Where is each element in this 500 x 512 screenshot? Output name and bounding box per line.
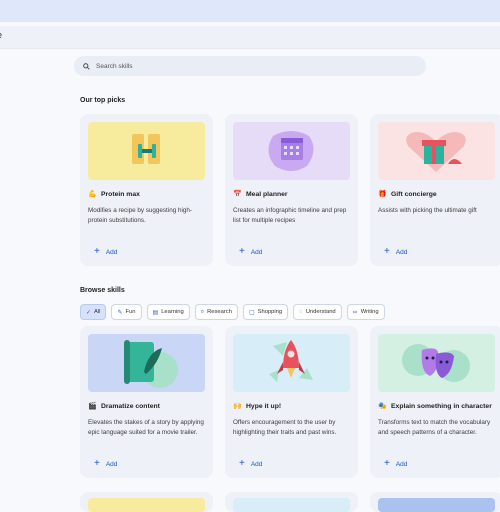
card-description: Modifies a recipe by suggesting high-pro… bbox=[88, 207, 192, 224]
address-bar-text: e bbox=[0, 30, 2, 40]
card-description: Creates an infographic timeline and prep… bbox=[233, 207, 347, 224]
scroll-quill-illustration bbox=[88, 334, 205, 392]
skill-card-dramatize-content[interactable]: 🎬 Dramatize content Elevates the stakes … bbox=[80, 326, 213, 478]
add-button[interactable]: + Add bbox=[239, 246, 262, 257]
plus-icon: + bbox=[239, 458, 245, 469]
add-button[interactable]: + Add bbox=[384, 246, 407, 257]
chip-writing[interactable]: ✑ Writing bbox=[346, 304, 385, 320]
clapperboard-icon: 🎬 bbox=[88, 403, 97, 410]
skill-card-partial[interactable] bbox=[370, 492, 500, 512]
muscle-icon: 💪 bbox=[88, 191, 97, 198]
card-title: Gift concierge bbox=[391, 190, 437, 198]
gift-illustration bbox=[378, 122, 495, 180]
chip-fun[interactable]: ✎ Fun bbox=[111, 304, 142, 320]
browse-skills-heading: Browse skills bbox=[80, 287, 125, 294]
card-description: Offers encouragement to the user by high… bbox=[233, 419, 337, 436]
skill-card-partial[interactable] bbox=[225, 492, 358, 512]
book-icon: ▤ bbox=[152, 309, 159, 316]
card-title: Dramatize content bbox=[101, 402, 160, 410]
chip-research[interactable]: ⌕ Research bbox=[194, 304, 238, 320]
plus-icon: + bbox=[94, 246, 100, 257]
character-icon: 🎭 bbox=[378, 403, 387, 410]
add-button[interactable]: + Add bbox=[94, 246, 117, 257]
card-illustration bbox=[378, 498, 495, 512]
search-input[interactable] bbox=[96, 62, 396, 70]
browser-top-bar bbox=[0, 0, 500, 22]
skill-card-gift-concierge[interactable]: 🎁 Gift concierge Assists with picking th… bbox=[370, 114, 500, 266]
chip-learning[interactable]: ▤ Learning bbox=[146, 304, 190, 320]
shopping-bag-icon: ▢ bbox=[248, 309, 255, 316]
pen-icon: ✑ bbox=[352, 309, 358, 316]
skill-card-hype-it-up[interactable]: 🙌 Hype it up! Offers encouragement to th… bbox=[225, 326, 358, 478]
card-title: Explain something in character bbox=[391, 402, 492, 410]
search-icon bbox=[83, 62, 90, 70]
card-title: Protein max bbox=[101, 190, 140, 198]
lightbulb-icon: ◌ bbox=[299, 309, 303, 315]
skill-card-meal-planner[interactable]: 📅 Meal planner Creates an infographic ti… bbox=[225, 114, 358, 266]
research-icon: ⌕ bbox=[200, 308, 205, 315]
raised-hands-icon: 🙌 bbox=[233, 403, 242, 410]
card-description: Elevates the stakes of a story by applyi… bbox=[88, 419, 204, 436]
gift-icon: 🎁 bbox=[378, 191, 387, 198]
skill-card-protein-max[interactable]: 💪 Protein max Modifies a recipe by sugge… bbox=[80, 114, 213, 266]
add-button[interactable]: + Add bbox=[239, 458, 262, 469]
skill-card-partial[interactable] bbox=[80, 492, 213, 512]
add-button[interactable]: + Add bbox=[94, 458, 117, 469]
card-title: Hype it up! bbox=[246, 402, 282, 410]
plus-icon: + bbox=[94, 458, 100, 469]
card-description: Assists with picking the ultimate gift bbox=[378, 207, 477, 214]
check-icon: ✓ bbox=[86, 309, 92, 316]
rocket-illustration bbox=[233, 334, 350, 392]
theater-masks-illustration bbox=[378, 334, 495, 392]
top-picks-heading: Our top picks bbox=[80, 97, 126, 104]
chip-shopping[interactable]: ▢ Shopping bbox=[242, 304, 289, 320]
card-description: Transforms text to match the vocabulary … bbox=[378, 419, 491, 436]
plus-icon: + bbox=[384, 246, 390, 257]
search-bar[interactable] bbox=[74, 56, 426, 76]
chip-all[interactable]: ✓ All bbox=[80, 304, 107, 320]
plus-icon: + bbox=[384, 458, 390, 469]
category-filter-chips: ✓ All ✎ Fun ▤ Learning ⌕ Research ▢ Shopping … bbox=[80, 304, 385, 320]
add-button[interactable]: + Add bbox=[384, 458, 407, 469]
plus-icon: + bbox=[239, 246, 245, 257]
card-illustration bbox=[88, 498, 205, 512]
calendar-illustration bbox=[233, 122, 350, 180]
card-illustration bbox=[233, 498, 350, 512]
skill-card-explain-in-character[interactable]: 🎭 Explain something in character Transfo… bbox=[370, 326, 500, 478]
card-title: Meal planner bbox=[246, 190, 288, 198]
sparkle-icon: ✎ bbox=[117, 309, 123, 316]
calendar-icon: 📅 bbox=[233, 191, 242, 198]
chip-understand[interactable]: ◌ Understand bbox=[293, 304, 342, 320]
dumbbell-illustration bbox=[88, 122, 205, 180]
address-bar[interactable]: e bbox=[0, 26, 500, 49]
